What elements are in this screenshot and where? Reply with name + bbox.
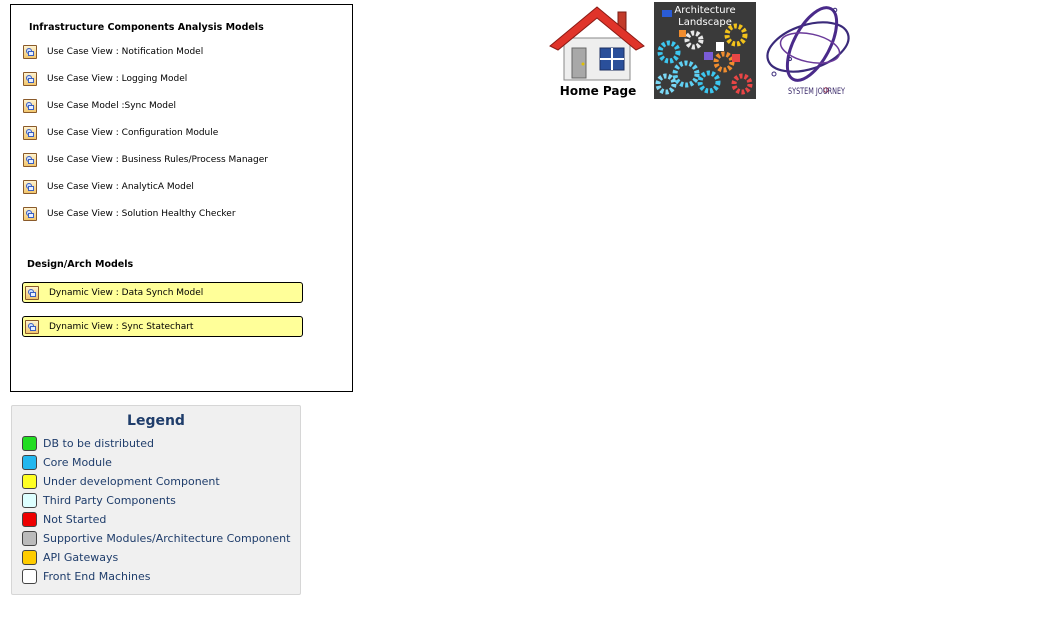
legend-swatch	[22, 550, 37, 565]
legend-item: Core Module	[22, 454, 112, 471]
system-journey-link[interactable]: SYSTEM JOURNEY	[760, 2, 880, 102]
model-item-label: Use Case View : AnalyticA Model	[47, 182, 194, 192]
home-page-label: Home Page	[559, 84, 637, 98]
legend-title: Legend	[127, 413, 185, 429]
model-item-notification[interactable]: Use Case View : Notification Model	[23, 43, 203, 61]
model-item-analytica[interactable]: Use Case View : AnalyticA Model	[23, 178, 194, 196]
model-diagram-icon	[23, 207, 37, 221]
model-item-label: Use Case View : Notification Model	[47, 47, 204, 57]
legend-item: Not Started	[22, 511, 106, 528]
legend-item: API Gateways	[22, 549, 118, 566]
legend-label: Not Started	[43, 513, 107, 526]
legend-item: DB to be distributed	[22, 435, 154, 452]
design-section-title: Design/Arch Models	[27, 259, 134, 270]
legend-swatch	[22, 455, 37, 470]
legend-label: Front End Machines	[43, 570, 151, 583]
design-item-sync-statechart[interactable]: Dynamic View : Sync Statechart	[22, 316, 303, 337]
legend-label: Core Module	[43, 456, 112, 469]
model-item-sync[interactable]: Use Case Model :Sync Model	[23, 97, 176, 115]
model-item-health-checker[interactable]: Use Case View : Solution Healthy Checker	[23, 205, 236, 223]
legend-swatch	[22, 512, 37, 527]
legend-swatch	[22, 474, 37, 489]
infra-section-title: Infrastructure Components Analysis Model…	[29, 22, 264, 33]
legend-swatch	[22, 436, 37, 451]
home-page-link[interactable]: Home Page	[548, 4, 648, 98]
model-item-business-rules[interactable]: Use Case View : Business Rules/Process M…	[23, 151, 268, 169]
orbit-logo-icon	[766, 6, 850, 93]
model-item-label: Use Case View : Configuration Module	[47, 128, 219, 138]
model-item-configuration[interactable]: Use Case View : Configuration Module	[23, 124, 218, 142]
model-diagram-icon	[23, 126, 37, 140]
legend-label: API Gateways	[43, 551, 119, 564]
legend-swatch	[22, 569, 37, 584]
model-item-logging[interactable]: Use Case View : Logging Model	[23, 70, 187, 88]
legend-item: Third Party Components	[22, 492, 176, 509]
house-icon	[549, 6, 645, 81]
architecture-landscape-link[interactable]: Architecture Landscape	[654, 2, 756, 99]
design-item-label: Dynamic View : Sync Statechart	[49, 321, 194, 332]
model-item-label: Use Case Model :Sync Model	[47, 101, 177, 111]
model-item-label: Use Case View : Business Rules/Process M…	[47, 155, 268, 165]
legend-label: DB to be distributed	[43, 437, 154, 450]
model-item-label: Use Case View : Solution Healthy Checker	[47, 209, 236, 219]
legend-item: Supportive Modules/Architecture Componen…	[22, 530, 290, 547]
legend-label: Under development Component	[43, 475, 220, 488]
legend-label: Supportive Modules/Architecture Componen…	[43, 532, 291, 545]
legend-label: Third Party Components	[43, 494, 176, 507]
legend-item: Under development Component	[22, 473, 220, 490]
model-diagram-icon	[25, 319, 39, 334]
model-diagram-icon	[23, 99, 37, 113]
model-panel: Infrastructure Components Analysis Model…	[10, 4, 353, 392]
system-journey-label: SYSTEM JOURNEY	[788, 87, 846, 97]
model-diagram-icon	[23, 45, 37, 59]
model-diagram-icon	[23, 72, 37, 86]
legend-swatch	[22, 493, 37, 508]
architecture-landscape-label: Architecture Landscape	[674, 5, 736, 28]
legend-item: Front End Machines	[22, 568, 151, 585]
model-diagram-icon	[23, 153, 37, 167]
design-item-label: Dynamic View : Data Synch Model	[49, 287, 204, 298]
legend: Legend DB to be distributed Core Module …	[11, 405, 301, 595]
model-diagram-icon	[25, 285, 39, 300]
model-item-label: Use Case View : Logging Model	[47, 74, 188, 84]
model-diagram-icon	[23, 180, 37, 194]
design-item-data-synch[interactable]: Dynamic View : Data Synch Model	[22, 282, 303, 303]
legend-swatch	[22, 531, 37, 546]
